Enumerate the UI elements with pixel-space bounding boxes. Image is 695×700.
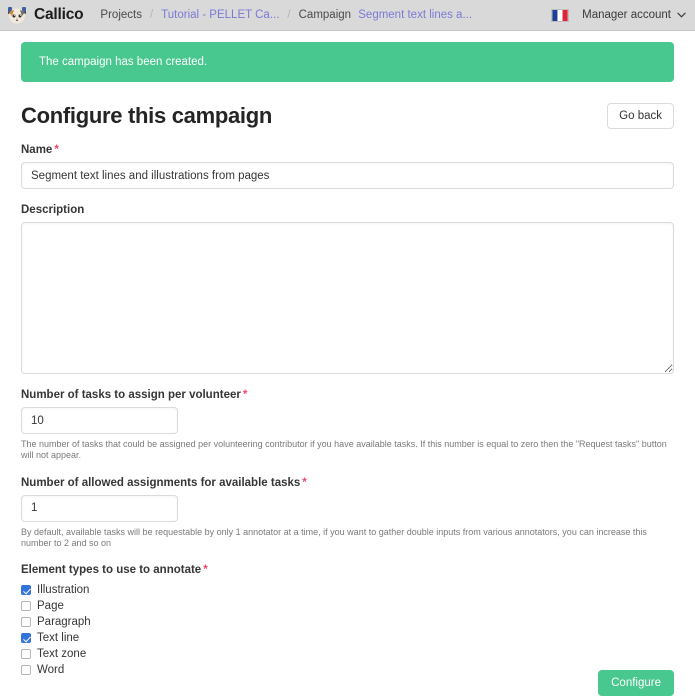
element-types-label-text: Element types to use to annotate	[21, 564, 202, 576]
checkbox-unchecked-icon[interactable]	[21, 601, 31, 611]
element-type-label: Text zone	[37, 648, 87, 660]
account-label: Manager account	[582, 9, 671, 21]
field-description: Description	[21, 204, 674, 374]
chevron-down-icon	[677, 12, 686, 18]
breadcrumb-item-projects[interactable]: Projects	[97, 9, 145, 21]
allowed-assignments-label: Number of allowed assignments for availa…	[21, 477, 674, 489]
breadcrumb-separator: /	[287, 9, 291, 21]
name-label: Name *	[21, 144, 674, 156]
page-header: Configure this campaign Go back	[21, 103, 674, 129]
description-textarea[interactable]	[21, 222, 674, 374]
name-input[interactable]	[21, 162, 674, 189]
field-allowed-assignments: Number of allowed assignments for availa…	[21, 477, 674, 550]
allowed-assignments-label-text: Number of allowed assignments for availa…	[21, 476, 301, 489]
element-types-checkbox-group: Illustration Page Paragraph Text line Text z…	[21, 582, 674, 678]
configure-submit-button[interactable]: Configure	[598, 670, 674, 696]
required-marker: *	[203, 564, 208, 576]
account-menu[interactable]: Manager account	[582, 9, 686, 21]
checkbox-unchecked-icon[interactable]	[21, 665, 31, 675]
success-notification: The campaign has been created.	[21, 42, 674, 82]
tasks-per-volunteer-input[interactable]	[21, 407, 178, 434]
name-label-text: Name	[21, 144, 53, 156]
top-navbar: Callico Projects / Tutorial - PELLET Ca.…	[0, 0, 695, 31]
required-marker: *	[242, 389, 248, 401]
brand-home-link[interactable]: Callico	[6, 5, 84, 25]
tasks-per-volunteer-label-text: Number of tasks to assign per volunteer	[21, 389, 241, 401]
checkbox-unchecked-icon[interactable]	[21, 649, 31, 659]
element-type-option-text-line[interactable]: Text line	[21, 630, 674, 646]
tasks-per-volunteer-label: Number of tasks to assign per volunteer *	[21, 389, 674, 401]
allowed-assignments-input[interactable]	[21, 494, 178, 522]
element-type-option-page[interactable]: Page	[21, 598, 674, 614]
form-footer: Configure	[598, 670, 674, 696]
checkbox-checked-icon[interactable]	[21, 585, 31, 595]
callico-cat-logo-icon	[6, 5, 28, 25]
element-type-option-paragraph[interactable]: Paragraph	[21, 614, 674, 630]
breadcrumb-separator: /	[149, 9, 154, 21]
field-tasks-per-volunteer: Number of tasks to assign per volunteer *…	[21, 389, 674, 462]
element-type-label: Text line	[37, 632, 80, 644]
description-label: Description	[21, 204, 85, 216]
french-flag-icon[interactable]	[551, 8, 570, 22]
breadcrumb-item-project[interactable]: Tutorial - PELLET Ca...	[158, 9, 282, 21]
go-back-button[interactable]: Go back	[607, 103, 674, 129]
navbar-right: Manager account	[551, 8, 686, 22]
notification-message: The campaign has been created.	[39, 56, 208, 68]
checkbox-unchecked-icon[interactable]	[21, 617, 31, 627]
required-marker: *	[54, 144, 59, 156]
element-type-option-text-zone[interactable]: Text zone	[21, 646, 674, 662]
brand-name: Callico	[34, 6, 84, 23]
breadcrumb-item-campaign-group: Campaign Segment text lines a...	[296, 9, 478, 21]
field-name: Name *	[21, 144, 674, 189]
page-content: The campaign has been created. Configure…	[0, 42, 695, 678]
element-type-label: Paragraph	[37, 616, 91, 628]
element-type-option-word[interactable]: Word	[21, 662, 674, 678]
field-element-types: Element types to use to annotate * Illust…	[21, 564, 674, 678]
allowed-assignments-help: By default, available tasks will be requ…	[21, 526, 647, 548]
required-marker: *	[302, 476, 307, 489]
tasks-per-volunteer-help: The number of tasks that could be assign…	[21, 439, 667, 461]
element-types-label: Element types to use to annotate *	[21, 564, 674, 576]
checkbox-checked-icon[interactable]	[21, 633, 31, 643]
page-title: Configure this campaign	[21, 103, 273, 128]
element-type-option-illustration[interactable]: Illustration	[21, 582, 674, 598]
element-type-label: Illustration	[37, 584, 90, 596]
breadcrumb-campaign-label: Campaign	[298, 9, 352, 21]
element-type-label: Word	[37, 664, 65, 676]
breadcrumb: Projects / Tutorial - PELLET Ca... / Cam…	[97, 9, 478, 21]
breadcrumb-item-campaign[interactable]: Segment text lines a...	[354, 9, 475, 21]
element-type-label: Page	[37, 600, 64, 612]
